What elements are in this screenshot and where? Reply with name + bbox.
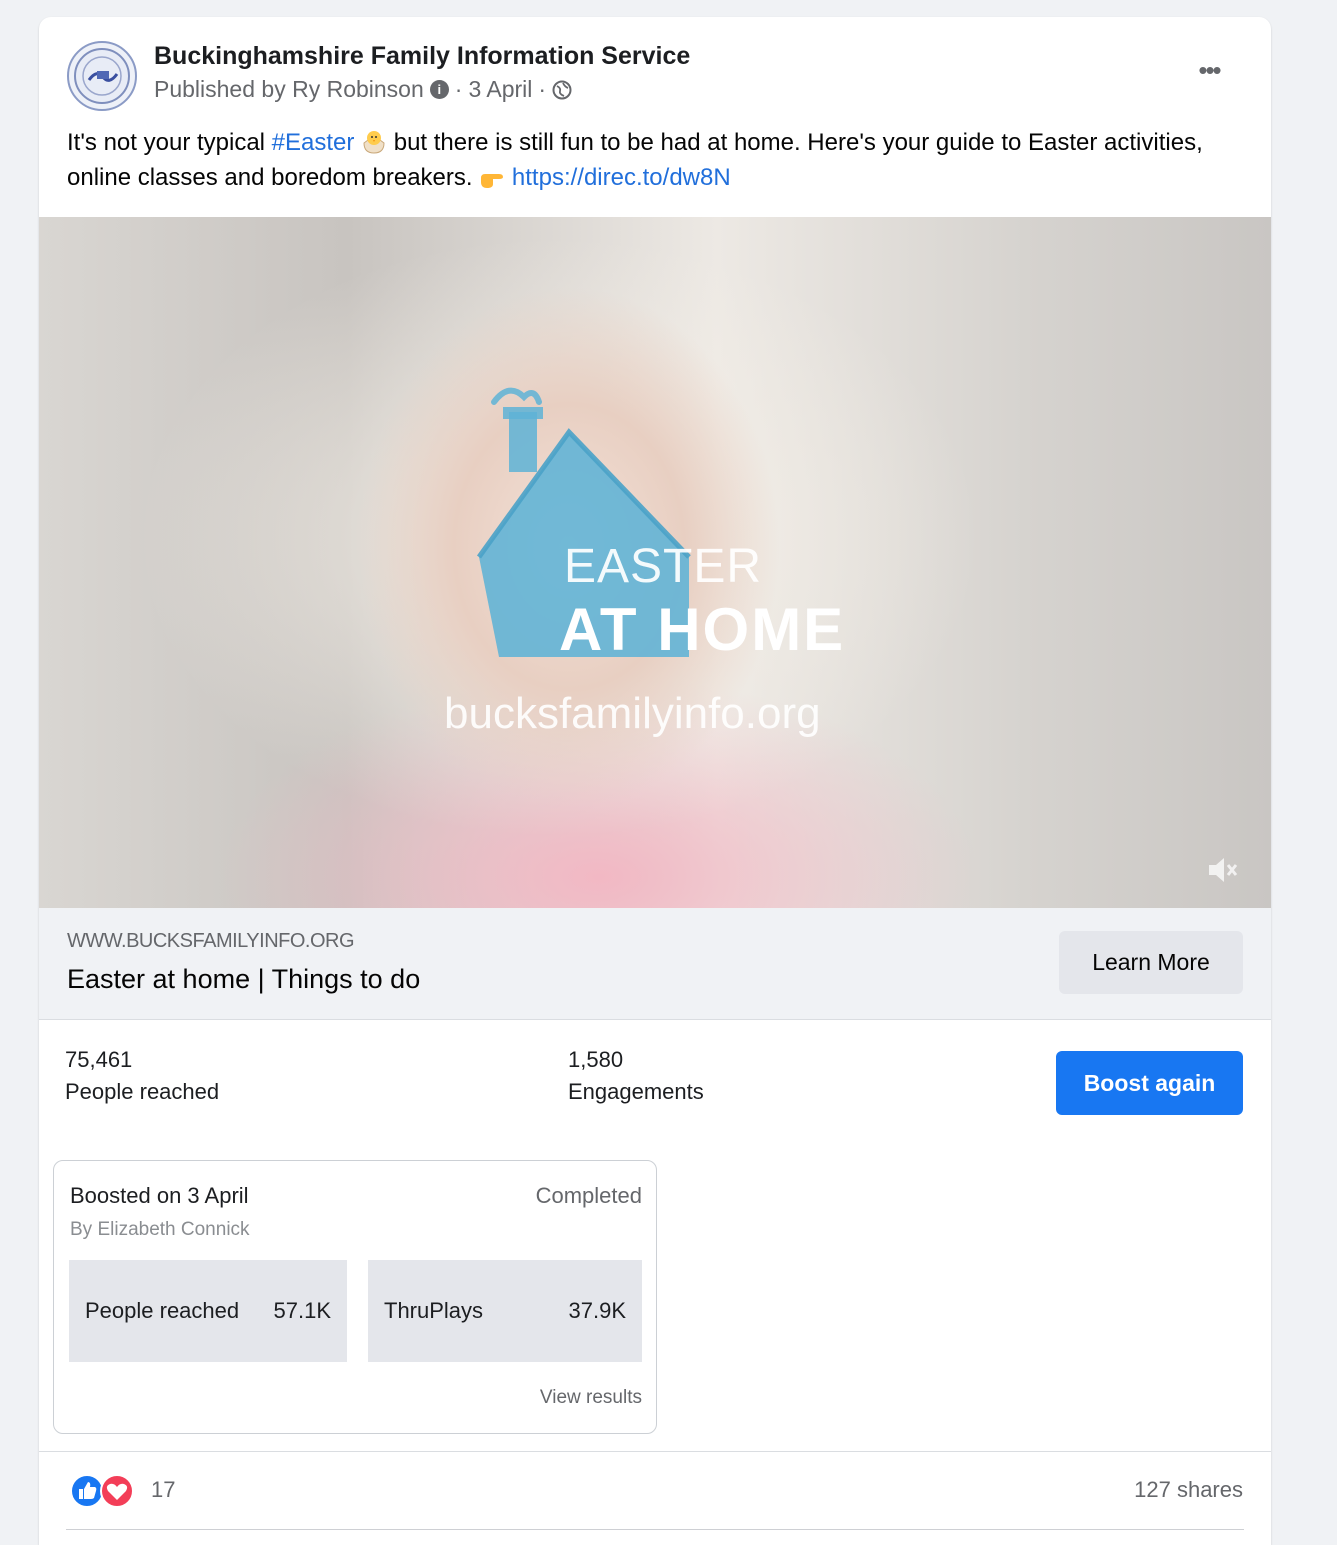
post-text-intro: It's not your typical bbox=[67, 129, 272, 156]
post-card: Buckinghamshire Family Information Servi… bbox=[39, 17, 1271, 1545]
people-reached-value: 75,461 bbox=[65, 1047, 133, 1072]
link-title[interactable]: Easter at home | Things to do bbox=[67, 964, 420, 995]
engagements-value: 1,580 bbox=[568, 1047, 624, 1072]
boost-title: Boosted on 3 April bbox=[70, 1183, 249, 1208]
link-preview[interactable]: WWW.BUCKSFAMILYINFO.ORG Easter at home |… bbox=[39, 908, 1271, 1020]
boost-summary-card: Boosted on 3 April By Elizabeth Connick … bbox=[53, 1160, 657, 1434]
more-options-button[interactable]: ••• bbox=[1181, 55, 1237, 85]
stat-people-reached-label: People reached bbox=[85, 1298, 240, 1323]
boost-again-button[interactable]: Boost again bbox=[1056, 1051, 1243, 1115]
hatching-chick-emoji bbox=[363, 131, 385, 154]
post-date[interactable]: 3 April bbox=[468, 76, 532, 103]
more-icon: ••• bbox=[1198, 54, 1221, 85]
reaction-count[interactable]: 17 bbox=[151, 1477, 175, 1503]
love-icon bbox=[100, 1474, 134, 1508]
engagements-label: Engagements bbox=[568, 1079, 704, 1104]
stat-thruplays-value: 37.9K bbox=[568, 1298, 627, 1323]
stat-people-reached: People reached 57.1K bbox=[69, 1260, 347, 1362]
mute-icon[interactable] bbox=[1205, 853, 1239, 887]
page-name[interactable]: Buckinghamshire Family Information Servi… bbox=[154, 42, 690, 71]
video-title-line2: AT HOME bbox=[559, 596, 846, 663]
pointing-hand-emoji bbox=[481, 174, 504, 188]
stat-thruplays: ThruPlays 37.9K bbox=[368, 1260, 642, 1362]
info-icon[interactable]: i bbox=[429, 80, 449, 99]
boost-status: Completed bbox=[535, 1183, 642, 1208]
video-watermark-url: bucksfamilyinfo.org bbox=[444, 689, 821, 738]
view-results-link[interactable]: View results bbox=[540, 1387, 642, 1409]
published-by[interactable]: Published by Ry Robinson bbox=[154, 76, 424, 103]
stat-people-reached-value: 57.1K bbox=[273, 1298, 332, 1323]
shares-count[interactable]: 127 shares bbox=[1134, 1477, 1243, 1503]
post-meta: Published by Ry Robinson i · 3 April · bbox=[154, 76, 572, 103]
divider bbox=[39, 1451, 1271, 1452]
video-title-line1: EASTER bbox=[564, 540, 763, 593]
meta-separator: · bbox=[454, 76, 463, 102]
people-reached-label: People reached bbox=[65, 1079, 220, 1104]
hashtag-link[interactable]: #Easter bbox=[272, 129, 355, 156]
stat-thruplays-label: ThruPlays bbox=[384, 1298, 484, 1323]
post-link[interactable]: https://direc.to/dw8N bbox=[512, 164, 731, 191]
divider bbox=[66, 1529, 1244, 1530]
post-text: It's not your typical #Easter but there … bbox=[67, 125, 1242, 195]
seal-icon bbox=[74, 48, 130, 104]
boost-by: By Elizabeth Connick bbox=[70, 1219, 250, 1240]
page-avatar[interactable] bbox=[67, 41, 137, 111]
globe-icon bbox=[552, 80, 572, 99]
link-domain: WWW.BUCKSFAMILYINFO.ORG bbox=[67, 930, 355, 952]
video-player[interactable]: EASTER AT HOME bucksfamilyinfo.org bbox=[39, 217, 1271, 908]
reactions[interactable] bbox=[69, 1473, 135, 1509]
meta-separator: · bbox=[538, 76, 547, 102]
learn-more-button[interactable]: Learn More bbox=[1059, 931, 1243, 994]
